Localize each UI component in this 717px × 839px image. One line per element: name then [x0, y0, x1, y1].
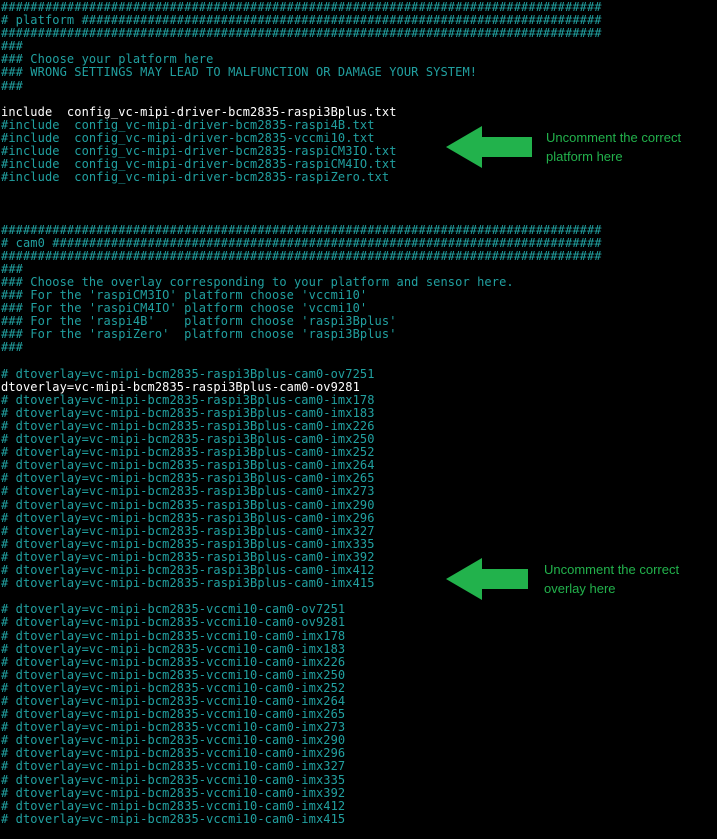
left-arrow-icon	[446, 126, 532, 168]
overlay-annotation-line1: Uncomment the correct	[544, 562, 680, 577]
left-arrow-icon	[446, 558, 528, 600]
comment-line: # dtoverlay=vc-mipi-bcm2835-raspi3Bplus-…	[1, 510, 375, 525]
comment-line: # dtoverlay=vc-mipi-bcm2835-vccmi10-cam0…	[1, 759, 346, 774]
comment-line: # dtoverlay=vc-mipi-bcm2835-vccmi10-cam0…	[1, 798, 346, 813]
comment-line: # dtoverlay=vc-mipi-bcm2835-raspi3Bplus-…	[1, 536, 375, 551]
comment-line: # dtoverlay=vc-mipi-bcm2835-vccmi10-cam0…	[1, 772, 346, 787]
comment-line: # dtoverlay=vc-mipi-bcm2835-raspi3Bplus-…	[1, 392, 375, 407]
comment-line: # dtoverlay=vc-mipi-bcm2835-vccmi10-cam0…	[1, 811, 346, 826]
platform-annotation: Uncomment the correct platform here	[446, 126, 717, 168]
comment-line: # dtoverlay=vc-mipi-bcm2835-vccmi10-cam0…	[1, 680, 346, 695]
comment-line: # cam0 #################################…	[1, 235, 602, 250]
overlay-annotation: Uncomment the correct overlay here	[446, 558, 717, 600]
comment-line: #include config_vc-mipi-driver-bcm2835-r…	[1, 170, 390, 185]
comment-line: # dtoverlay=vc-mipi-bcm2835-vccmi10-cam0…	[1, 628, 346, 643]
terminal-window: ########################################…	[0, 0, 717, 839]
platform-annotation-line2: platform here	[546, 149, 623, 164]
comment-line: # dtoverlay=vc-mipi-bcm2835-vccmi10-cam0…	[1, 641, 346, 656]
platform-annotation-text: Uncomment the correct platform here	[546, 128, 717, 166]
comment-line: ########################################…	[1, 26, 602, 41]
comment-line: ########################################…	[1, 222, 602, 237]
comment-line: # dtoverlay=vc-mipi-bcm2835-raspi3Bplus-…	[1, 523, 375, 538]
platform-annotation-line1: Uncomment the correct	[546, 130, 682, 145]
comment-line: # dtoverlay=vc-mipi-bcm2835-vccmi10-cam0…	[1, 785, 346, 800]
comment-line: # dtoverlay=vc-mipi-bcm2835-vccmi10-cam0…	[1, 615, 346, 630]
comment-line: # dtoverlay=vc-mipi-bcm2835-vccmi10-cam0…	[1, 654, 346, 669]
comment-line: ###	[1, 340, 23, 355]
comment-line: # dtoverlay=vc-mipi-bcm2835-vccmi10-cam0…	[1, 667, 346, 682]
comment-line: ###	[1, 78, 23, 93]
comment-line: ########################################…	[1, 248, 602, 263]
comment-line: ### WRONG SETTINGS MAY LEAD TO MALFUNCTI…	[1, 65, 478, 80]
overlay-annotation-line2: overlay here	[544, 581, 616, 596]
comment-line: ###	[1, 261, 23, 276]
comment-line: # dtoverlay=vc-mipi-bcm2835-raspi3Bplus-…	[1, 366, 375, 381]
overlay-annotation-text: Uncomment the correct overlay here	[544, 560, 717, 598]
comment-line: # dtoverlay=vc-mipi-bcm2835-raspi3Bplus-…	[1, 484, 375, 499]
comment-line: # dtoverlay=vc-mipi-bcm2835-raspi3Bplus-…	[1, 497, 375, 512]
active-config-line: dtoverlay=vc-mipi-bcm2835-raspi3Bplus-ca…	[1, 379, 360, 394]
config-file-text: ########################################…	[1, 0, 602, 826]
comment-line: ### For the 'raspiZero' platform choose …	[1, 327, 397, 342]
active-config-line: include config_vc-mipi-driver-bcm2835-ra…	[1, 104, 397, 119]
